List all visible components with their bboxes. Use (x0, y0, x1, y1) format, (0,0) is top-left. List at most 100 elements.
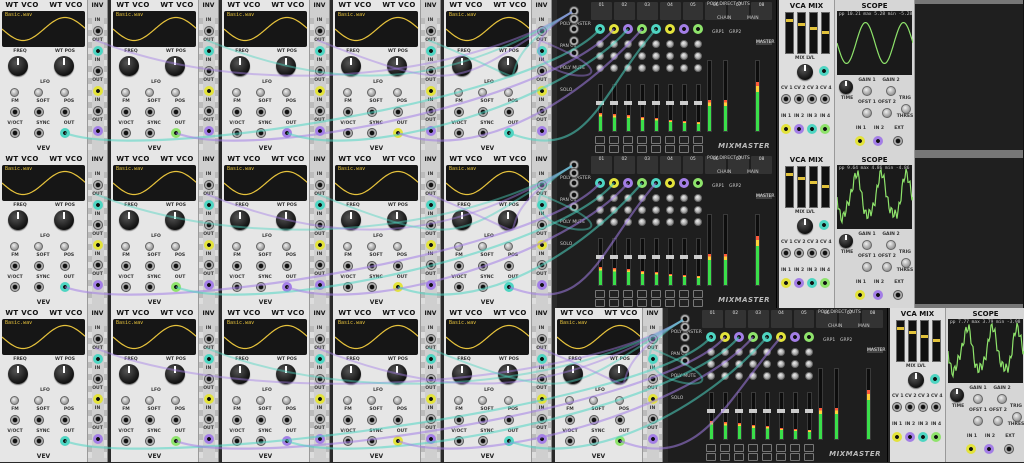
poly-jack[interactable] (569, 190, 579, 200)
channel-fader-track[interactable] (735, 392, 743, 440)
inverter-input-jack[interactable] (315, 414, 325, 424)
inverter-input-jack[interactable] (93, 220, 103, 230)
fader-icon[interactable] (638, 101, 646, 106)
channel-label[interactable]: 05 (682, 156, 704, 174)
group-fader-track[interactable] (818, 368, 823, 440)
inverter-input-jack[interactable] (426, 414, 436, 424)
slider-handle[interactable] (798, 23, 805, 26)
solo-button[interactable] (734, 453, 744, 461)
voct-input-jack[interactable] (10, 282, 20, 292)
mute-button[interactable] (623, 136, 633, 144)
cv-input-jack[interactable] (565, 415, 575, 425)
time-knob[interactable] (950, 388, 964, 402)
attenuator-knob[interactable] (145, 242, 154, 251)
sync-input-jack[interactable] (367, 436, 377, 446)
slider-handle[interactable] (921, 335, 928, 338)
channel-label[interactable]: 02 (724, 310, 746, 328)
inverter-output-jack[interactable] (648, 354, 658, 364)
audio-input-jack[interactable] (931, 432, 941, 442)
gain-knob[interactable] (694, 218, 702, 226)
channel-fader-track[interactable] (652, 84, 660, 132)
channel-input-jack[interactable] (595, 178, 605, 188)
channel-input-jack[interactable] (693, 178, 703, 188)
attenuator-knob[interactable] (232, 242, 241, 251)
solo-button[interactable] (665, 145, 675, 153)
gain-knob[interactable] (610, 218, 618, 226)
inverter-output-jack[interactable] (204, 280, 214, 290)
fader-icon[interactable] (652, 101, 660, 106)
scope-input-1-jack[interactable] (855, 290, 865, 300)
inverter-input-jack[interactable] (93, 66, 103, 76)
aux-knob[interactable] (694, 206, 702, 214)
channel-fader-track[interactable] (596, 84, 604, 132)
voct-input-jack[interactable] (121, 282, 131, 292)
attenuator-knob[interactable] (145, 88, 154, 97)
solo-button[interactable] (748, 453, 758, 461)
aux-knob[interactable] (666, 52, 674, 60)
cv-input-jack[interactable] (256, 415, 266, 425)
cv-input-jack[interactable] (393, 415, 403, 425)
freq-knob[interactable] (452, 56, 472, 76)
fader-icon[interactable] (680, 101, 688, 106)
cv-input-jack[interactable] (504, 261, 514, 271)
voct-input-jack[interactable] (343, 282, 353, 292)
wt-pos-knob[interactable] (498, 364, 518, 384)
mute-button[interactable] (693, 136, 703, 144)
sync-input-jack[interactable] (34, 128, 44, 138)
master-fader-track[interactable] (866, 368, 871, 440)
inverter-output-jack[interactable] (537, 46, 547, 56)
channel-label[interactable]: 03 (636, 156, 658, 174)
poly-jack[interactable] (569, 202, 579, 212)
mix-level-knob[interactable] (797, 64, 813, 80)
time-knob[interactable] (839, 80, 853, 94)
wt-pos-knob[interactable] (498, 210, 518, 230)
inverter-input-jack[interactable] (204, 220, 214, 230)
channel-input-jack[interactable] (776, 332, 786, 342)
freq-knob[interactable] (563, 364, 583, 384)
inverter-input-jack[interactable] (204, 334, 214, 344)
inverter-output-jack[interactable] (537, 434, 547, 444)
mute-button[interactable] (637, 290, 647, 298)
channel-input-jack[interactable] (637, 178, 647, 188)
attenuator-knob[interactable] (60, 88, 69, 97)
inverter-output-jack[interactable] (204, 240, 214, 250)
attenuator-knob[interactable] (10, 88, 19, 97)
pan-knob[interactable] (763, 348, 771, 356)
aux-knob[interactable] (749, 360, 757, 368)
solo-button[interactable] (693, 145, 703, 153)
inverter-output-jack[interactable] (426, 46, 436, 56)
attenuator-knob[interactable] (60, 396, 69, 405)
pan-knob[interactable] (610, 194, 618, 202)
inverter-output-jack[interactable] (204, 434, 214, 444)
aux-knob[interactable] (694, 52, 702, 60)
gain2-knob[interactable] (886, 86, 896, 96)
inverter-output-jack[interactable] (426, 200, 436, 210)
inverter-input-jack[interactable] (204, 180, 214, 190)
cv-input-jack[interactable] (393, 107, 403, 117)
mute-button[interactable] (623, 290, 633, 298)
attenuator-knob[interactable] (454, 242, 463, 251)
vca-level-slider[interactable] (821, 12, 830, 54)
attenuator-knob[interactable] (478, 242, 487, 251)
inverter-input-jack[interactable] (93, 106, 103, 116)
attenuator-knob[interactable] (10, 242, 19, 251)
slider-handle[interactable] (810, 181, 817, 184)
inverter-input-jack[interactable] (426, 66, 436, 76)
inverter-input-jack[interactable] (204, 106, 214, 116)
channel-fader-track[interactable] (610, 84, 618, 132)
channel-label[interactable]: 01 (591, 156, 612, 174)
solo-button[interactable] (623, 299, 633, 307)
inverter-input-jack[interactable] (426, 180, 436, 190)
attenuator-knob[interactable] (393, 396, 402, 405)
fader-icon[interactable] (666, 255, 674, 260)
poly-jack[interactable] (569, 24, 579, 34)
poly-jack[interactable] (680, 344, 690, 354)
mute-button[interactable] (720, 444, 730, 452)
mute-button[interactable] (665, 290, 675, 298)
aux-knob[interactable] (610, 52, 618, 60)
fader-icon[interactable] (624, 101, 632, 106)
cv-input-jack[interactable] (256, 261, 266, 271)
channel-fader-track[interactable] (707, 392, 715, 440)
channel-label[interactable]: 02 (613, 156, 635, 174)
inverter-input-jack[interactable] (648, 414, 658, 424)
